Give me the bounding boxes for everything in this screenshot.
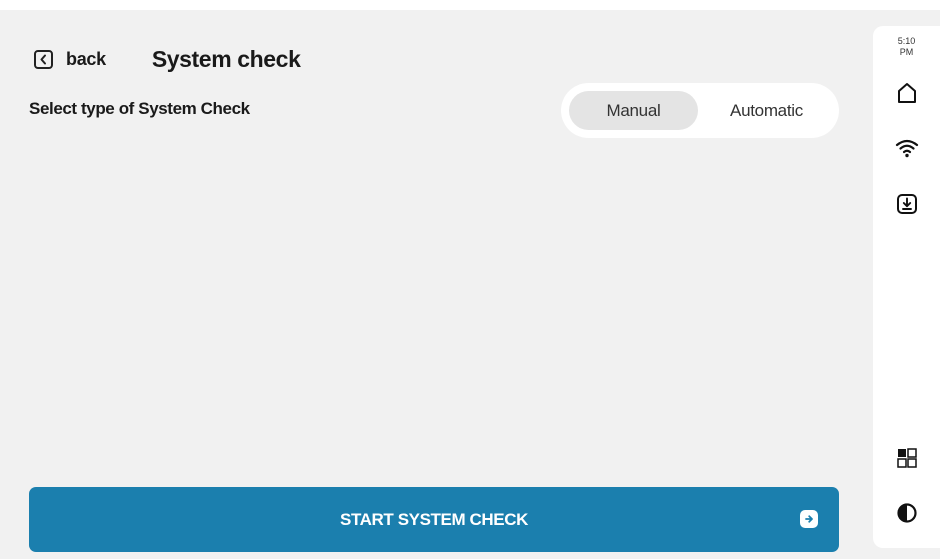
arrow-right-icon (800, 510, 818, 528)
download-icon[interactable] (873, 193, 940, 215)
grid-view-icon[interactable] (873, 447, 940, 469)
header: back System check (34, 46, 301, 73)
check-type-toggle: Manual Automatic (561, 83, 839, 138)
contrast-icon[interactable] (873, 502, 940, 524)
home-icon[interactable] (873, 82, 940, 104)
check-type-label: Select type of System Check (29, 99, 250, 118)
wifi-icon[interactable] (873, 138, 940, 158)
segment-manual[interactable]: Manual (569, 91, 698, 130)
right-rail: 5:10 PM (873, 26, 940, 548)
back-button[interactable]: back (34, 49, 106, 70)
clock-ampm: PM (899, 47, 914, 57)
main-panel: back System check Select type of System … (0, 10, 858, 559)
clock-time: 5:10 (897, 36, 916, 46)
page-title: System check (151, 46, 301, 72)
segment-automatic[interactable]: Automatic (702, 91, 831, 130)
clock: 5:10 PM (873, 36, 940, 58)
system-check-screen: back System check Select type of System … (0, 0, 940, 559)
top-strip (0, 0, 940, 10)
chevron-left-icon (34, 50, 53, 69)
back-label: back (66, 49, 106, 69)
start-button-label: START SYSTEM CHECK (340, 509, 528, 529)
start-system-check-button[interactable]: START SYSTEM CHECK (29, 487, 839, 552)
